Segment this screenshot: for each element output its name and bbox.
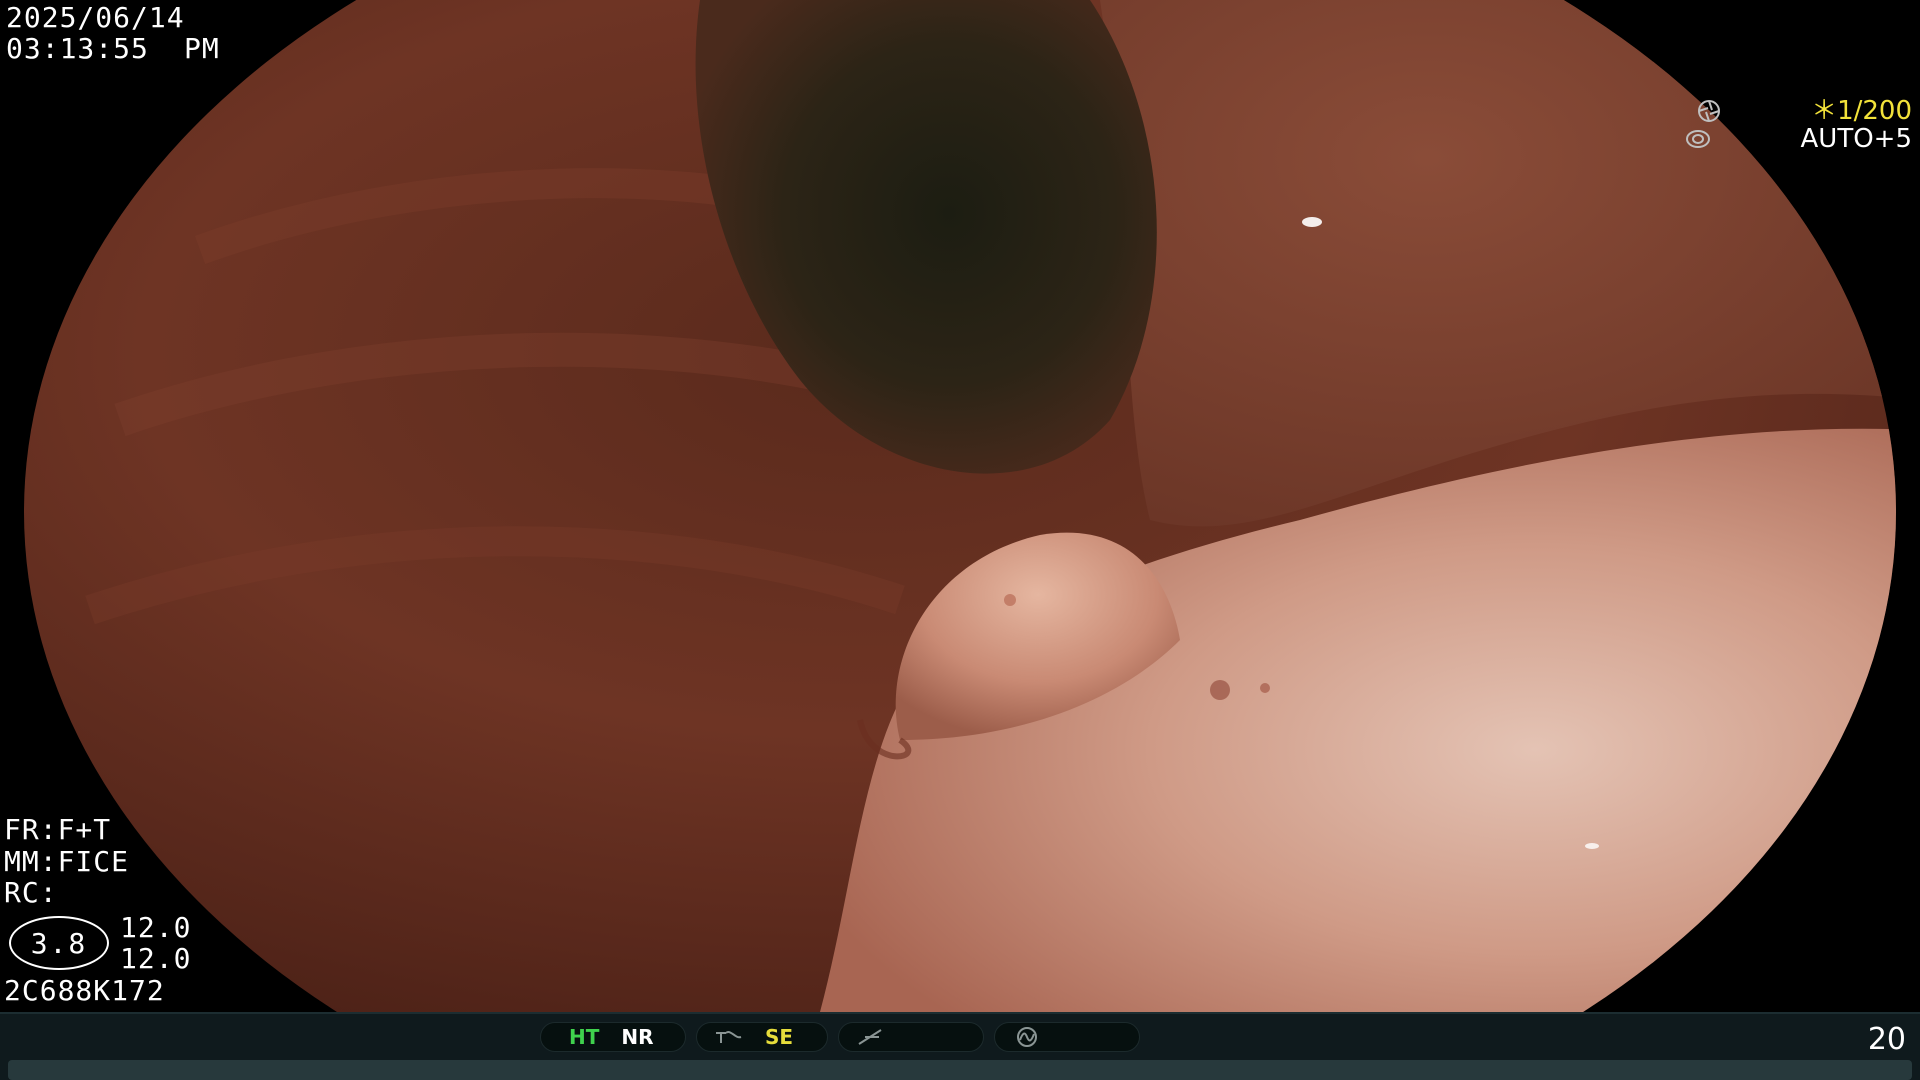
freeze-mode-pill [994,1022,1140,1052]
progress-track [8,1060,1912,1080]
iris-icon [1685,64,1792,214]
date-display: 2025/06/14 [6,1,185,34]
mode-setting: MM:FICE [4,845,130,878]
endoscopy-screen: 2025/06/14 03:13:55 PM ＊1/200 AUTO+5 FR:… [0,0,1920,1080]
structure-enhance-icon [713,1027,743,1047]
endoscopic-view [0,0,1920,1012]
mode-strip: HT NR SE [540,1022,1140,1052]
endoscopic-image [24,0,1896,1012]
freeze-mode-icon [1011,1026,1043,1048]
zoom-value: 3.8 [30,926,88,960]
se-label: SE [765,1025,794,1049]
time-period: PM [184,32,220,65]
zoom-badge: 3.8 [9,916,109,970]
time-display: 03:13:55 [6,32,149,65]
status-bar: HT NR SE 20 [0,1012,1920,1080]
ht-label: HT [569,1025,600,1049]
frame-counter: 20 [1867,1022,1906,1057]
frame-rate-setting: FR:F+T [4,813,112,846]
scope-serial: 2C688K172 [4,974,165,1007]
color-enhance-pill [838,1022,984,1052]
exposure-value: AUTO+5 [1800,124,1913,154]
parameter-value-b: 12.0 [120,942,192,975]
parameter-value-a: 12.0 [120,911,192,944]
ht-nr-pill: HT NR [540,1022,686,1052]
nr-label: NR [621,1025,654,1049]
rc-setting: RC: [4,876,58,909]
structure-enhance-pill: SE [696,1022,828,1052]
color-enhance-icon [855,1027,885,1047]
exposure-indicator: AUTO+5 [1685,64,1912,214]
